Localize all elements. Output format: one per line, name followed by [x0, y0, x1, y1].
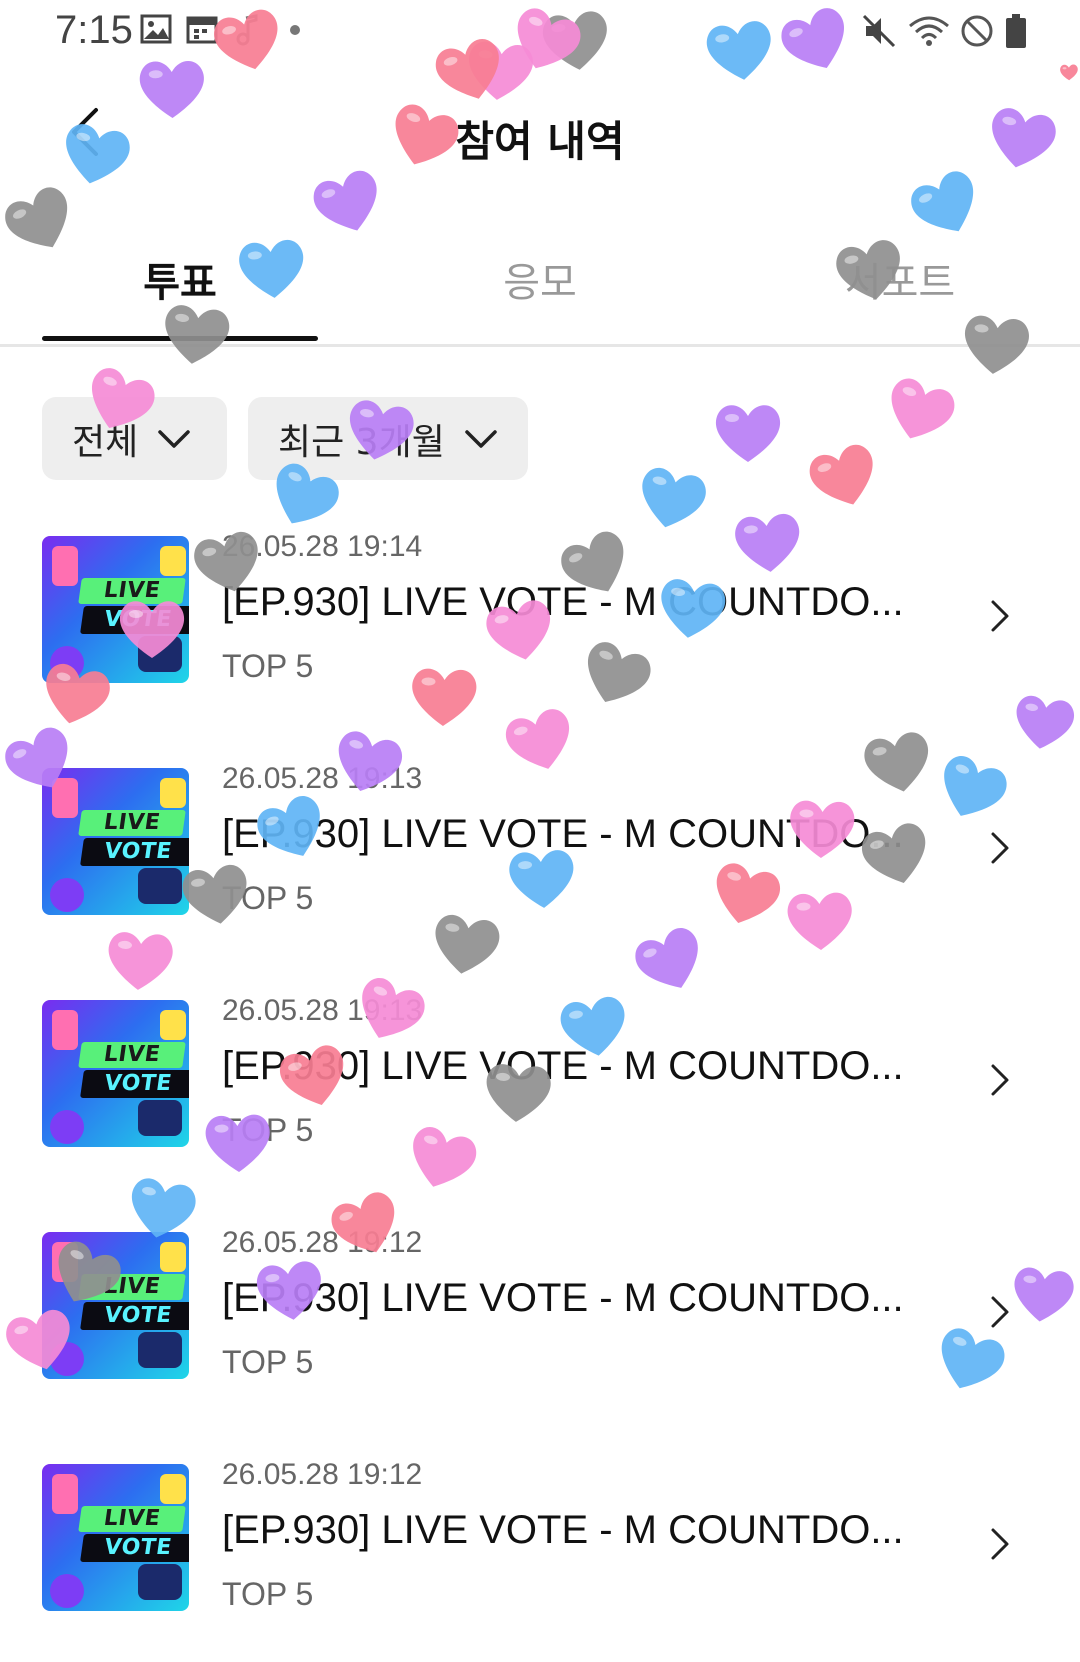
heart-icon — [715, 405, 781, 462]
item-title: [EP.930] LIVE VOTE - M COUNTDO... — [222, 1044, 904, 1088]
status-time: 7:15 — [55, 8, 133, 52]
thumbnail-text-vote: VOTE — [80, 606, 189, 634]
item-subtitle: TOP 5 — [222, 648, 314, 684]
live-vote-thumbnail: LIVE VOTE — [42, 768, 189, 915]
item-title: [EP.930] LIVE VOTE - M COUNTDO... — [222, 1508, 904, 1552]
live-vote-thumbnail: LIVE VOTE — [42, 1000, 189, 1147]
item-subtitle: TOP 5 — [222, 1576, 314, 1612]
chevron-down-icon — [465, 429, 497, 448]
calendar-icon — [186, 16, 218, 44]
thumbnail-text-vote: VOTE — [80, 1070, 189, 1098]
item-date: 26.05.28 19:13 — [222, 762, 423, 795]
filter-all-label: 전체 — [72, 421, 139, 463]
list-item[interactable]: LIVE VOTE 26.05.28 19:14 [EP.930] LIVE V… — [0, 528, 1080, 728]
chevron-right-icon[interactable] — [985, 1524, 1015, 1564]
thumbnail-text-live: LIVE — [78, 810, 186, 836]
filter-period-dropdown[interactable]: 최근 3개월 — [248, 397, 528, 480]
item-title: [EP.930] LIVE VOTE - M COUNTDO... — [222, 812, 904, 856]
chevron-right-icon[interactable] — [985, 828, 1015, 868]
thumbnail-text-vote: VOTE — [80, 1302, 189, 1330]
item-subtitle: TOP 5 — [222, 1344, 314, 1380]
image-icon — [140, 14, 172, 44]
dot-icon — [290, 25, 300, 35]
chevron-right-icon[interactable] — [985, 1060, 1015, 1100]
filter-all-dropdown[interactable]: 전체 — [42, 397, 227, 480]
list-item[interactable]: LIVE VOTE 26.05.28 19:12 [EP.930] LIVE V… — [0, 1456, 1080, 1656]
wifi-icon — [909, 16, 949, 46]
mute-icon — [862, 14, 896, 48]
heart-icon — [642, 467, 706, 528]
filter-period-label: 최근 3개월 — [278, 421, 445, 463]
thumbnail-text-live: LIVE — [78, 1274, 186, 1300]
tab-bar: 투표 응모 서포트 — [0, 220, 1080, 347]
battery-icon — [1006, 14, 1026, 48]
live-vote-thumbnail: LIVE VOTE — [42, 1464, 189, 1611]
thumbnail-text-vote: VOTE — [80, 838, 189, 866]
do-not-disturb-icon — [961, 15, 993, 47]
item-date: 26.05.28 19:12 — [222, 1226, 423, 1259]
thumbnail-text-live: LIVE — [78, 1506, 186, 1532]
list-item[interactable]: LIVE VOTE 26.05.28 19:13 [EP.930] LIVE V… — [0, 760, 1080, 960]
status-bar: 7:15 — [0, 0, 1080, 68]
active-tab-indicator — [42, 336, 318, 341]
heart-icon — [809, 444, 873, 505]
page-title: 참여 내역 — [455, 117, 625, 166]
tab-entry[interactable]: 응모 — [370, 250, 710, 308]
item-date: 26.05.28 19:12 — [222, 1458, 423, 1491]
list-item[interactable]: LIVE VOTE 26.05.28 19:13 [EP.930] LIVE V… — [0, 992, 1080, 1192]
thumbnail-text-vote: VOTE — [80, 1534, 189, 1562]
tab-support[interactable]: 서포트 — [730, 250, 1070, 308]
thumbnail-text-live: LIVE — [78, 1042, 186, 1068]
tab-vote[interactable]: 투표 — [10, 250, 350, 308]
music-note-icon — [236, 14, 258, 46]
list-item[interactable]: LIVE VOTE 26.05.28 19:12 [EP.930] LIVE V… — [0, 1224, 1080, 1424]
live-vote-thumbnail: LIVE VOTE — [42, 1232, 189, 1379]
item-date: 26.05.28 19:13 — [222, 994, 423, 1027]
chevron-right-icon[interactable] — [985, 596, 1015, 636]
item-subtitle: TOP 5 — [222, 880, 314, 916]
item-date: 26.05.28 19:14 — [222, 530, 423, 563]
live-vote-thumbnail: LIVE VOTE — [42, 536, 189, 683]
item-subtitle: TOP 5 — [222, 1112, 314, 1148]
header: 참여 내역 — [0, 80, 1080, 190]
item-title: [EP.930] LIVE VOTE - M COUNTDO... — [222, 580, 904, 624]
chevron-down-icon — [158, 429, 190, 448]
item-title: [EP.930] LIVE VOTE - M COUNTDO... — [222, 1276, 904, 1320]
chevron-right-icon[interactable] — [985, 1292, 1015, 1332]
thumbnail-text-live: LIVE — [78, 578, 186, 604]
heart-icon — [891, 378, 955, 439]
